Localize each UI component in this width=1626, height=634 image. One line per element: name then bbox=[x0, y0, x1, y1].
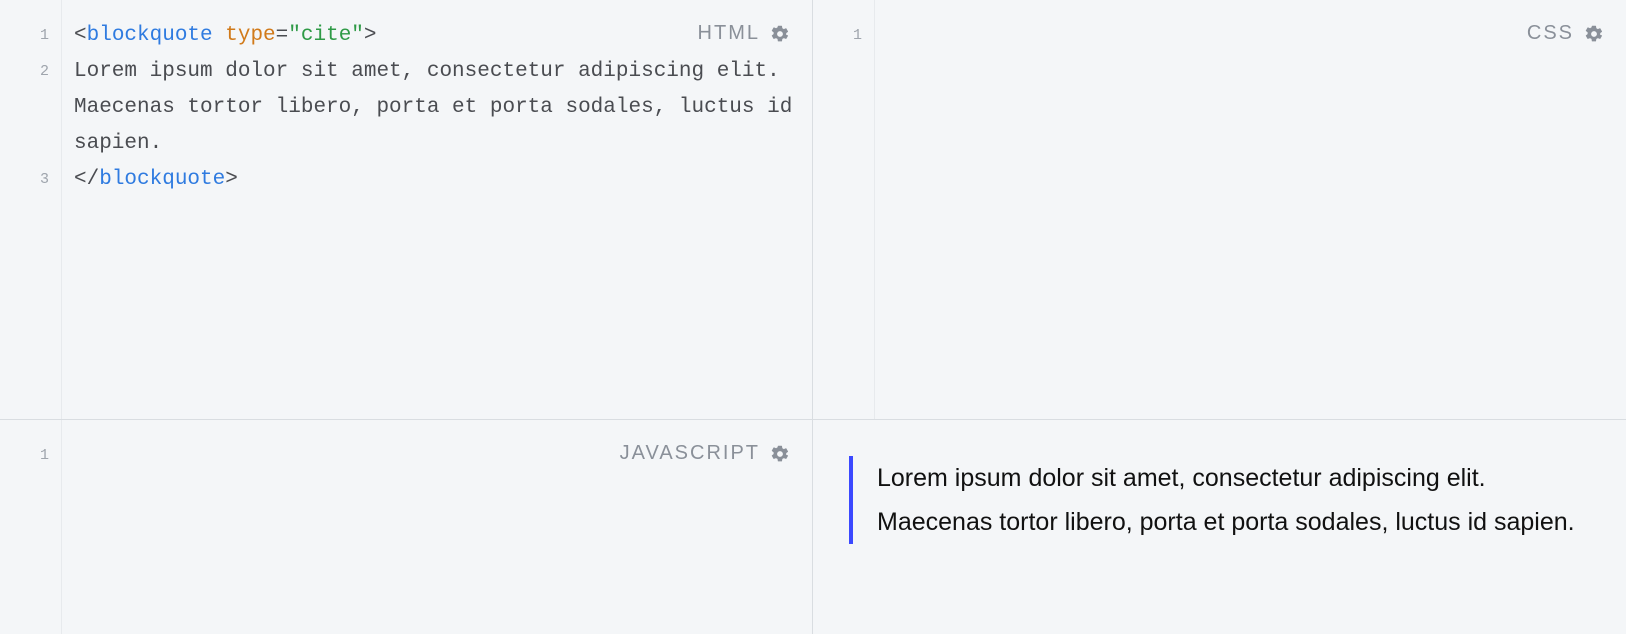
line-number: 1 bbox=[813, 18, 874, 54]
line-number: 1 bbox=[0, 438, 61, 474]
css-gutter: 1 bbox=[813, 0, 875, 419]
gear-icon[interactable] bbox=[770, 444, 790, 464]
output-pane: Lorem ipsum dolor sit amet, consectetur … bbox=[813, 420, 1626, 634]
output-blockquote: Lorem ipsum dolor sit amet, consectetur … bbox=[849, 456, 1590, 544]
gear-icon[interactable] bbox=[1584, 24, 1604, 44]
panel-label-text: CSS bbox=[1527, 22, 1574, 45]
css-pane: 1 CSS bbox=[813, 0, 1626, 420]
html-editor[interactable]: <blockquote type="cite"> Lorem ipsum dol… bbox=[62, 0, 812, 419]
css-editor[interactable] bbox=[875, 0, 1626, 419]
line-number: 3 bbox=[0, 162, 61, 198]
code-text: Lorem ipsum dolor sit amet, consectetur … bbox=[74, 60, 805, 155]
html-gutter: 1 2 3 bbox=[0, 0, 62, 419]
gear-icon[interactable] bbox=[770, 24, 790, 44]
js-pane: 1 JAVASCRIPT bbox=[0, 420, 813, 634]
line-number: 1 bbox=[0, 18, 61, 54]
line-number: 2 bbox=[0, 54, 61, 162]
js-panel-label: JAVASCRIPT bbox=[620, 442, 790, 465]
css-panel-label: CSS bbox=[1527, 22, 1604, 45]
panel-label-text: JAVASCRIPT bbox=[620, 442, 760, 465]
panel-label-text: HTML bbox=[698, 22, 760, 45]
editor-grid: 1 2 3 <blockquote type="cite"> Lorem ips… bbox=[0, 0, 1626, 634]
html-panel-label: HTML bbox=[698, 22, 790, 45]
html-pane: 1 2 3 <blockquote type="cite"> Lorem ips… bbox=[0, 0, 813, 420]
js-gutter: 1 bbox=[0, 420, 62, 634]
output-blockquote-text: Lorem ipsum dolor sit amet, consectetur … bbox=[877, 464, 1575, 536]
